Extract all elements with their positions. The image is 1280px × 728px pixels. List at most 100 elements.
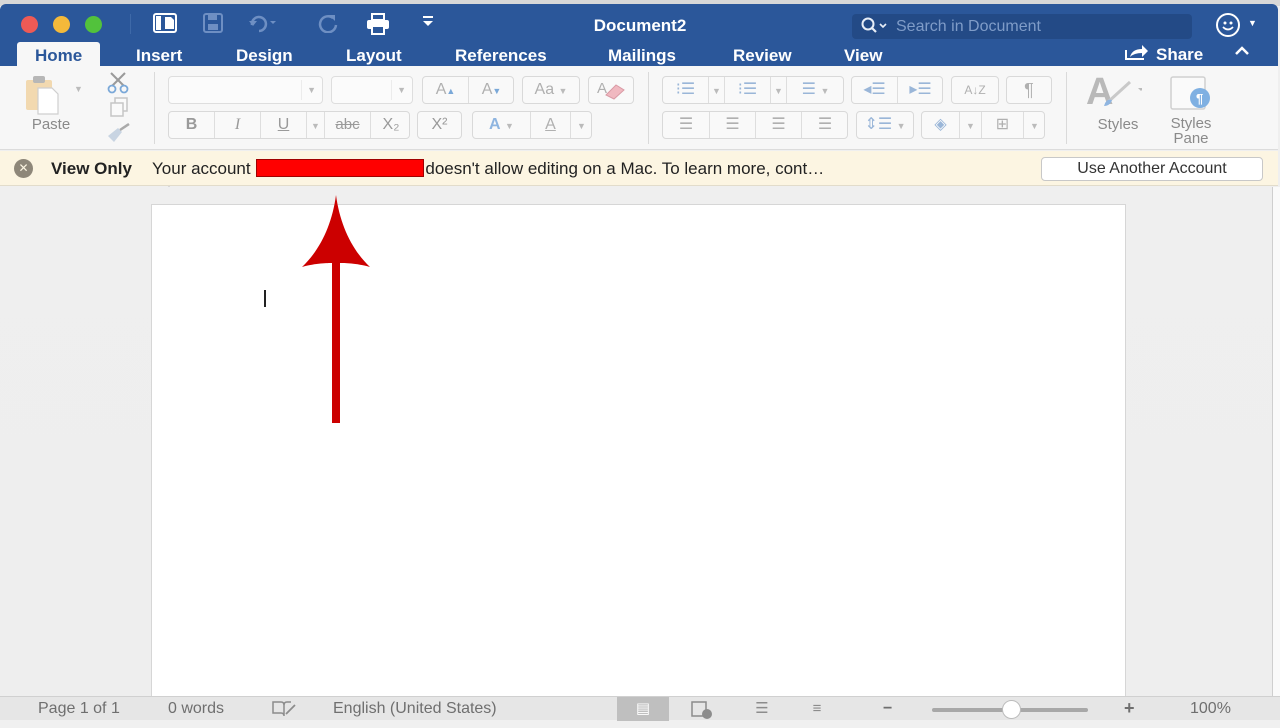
close-window-button[interactable] bbox=[21, 16, 38, 33]
zoom-level[interactable]: 100% bbox=[1190, 700, 1231, 718]
chevron-down-icon: ▼ bbox=[820, 86, 830, 96]
styles-pane-label-line2: Pane bbox=[1173, 130, 1209, 147]
share-button[interactable]: Share bbox=[1124, 44, 1203, 65]
text-effects-button[interactable]: A ▼ bbox=[473, 112, 531, 138]
font-color-icon: A bbox=[545, 116, 556, 133]
collapse-ribbon-icon[interactable] bbox=[1234, 44, 1250, 60]
redo-icon[interactable] bbox=[316, 13, 340, 35]
multilevel-list-button[interactable]: ☰ ▼ bbox=[787, 77, 844, 103]
pilcrow-icon: ¶ bbox=[1024, 80, 1034, 100]
ribbon-separator bbox=[648, 72, 649, 144]
zoom-slider-thumb[interactable] bbox=[1002, 700, 1021, 719]
annotation-arrow-icon bbox=[302, 195, 370, 423]
print-icon[interactable] bbox=[364, 13, 392, 35]
borders-caret[interactable]: ▼ bbox=[1024, 112, 1045, 138]
numbering-button[interactable]: ⁝☰ bbox=[725, 77, 771, 103]
indent-group: ◂☰ ▸☰ bbox=[851, 76, 943, 104]
change-case-button[interactable]: Aa ▼ bbox=[522, 76, 580, 104]
numbering-caret[interactable]: ▼ bbox=[771, 77, 787, 103]
strikethrough-button[interactable]: abc bbox=[325, 112, 371, 138]
paste-options-caret-icon[interactable]: ▼ bbox=[74, 84, 83, 94]
chevron-down-icon: ▼ bbox=[896, 121, 906, 131]
share-label: Share bbox=[1156, 45, 1204, 64]
ribbon-separator bbox=[1066, 72, 1067, 144]
svg-text:¶: ¶ bbox=[1196, 91, 1203, 106]
styles-icon[interactable]: A bbox=[1086, 71, 1144, 117]
chevron-down-icon: ▼ bbox=[577, 121, 586, 131]
superscript-button[interactable]: X² bbox=[417, 111, 462, 139]
decrease-indent-button[interactable]: ◂☰ bbox=[852, 77, 898, 103]
cut-icon[interactable] bbox=[106, 70, 130, 99]
ribbon-separator bbox=[154, 72, 155, 144]
minimize-window-button[interactable] bbox=[53, 16, 70, 33]
undo-icon[interactable] bbox=[248, 13, 276, 35]
bold-button[interactable]: B bbox=[169, 112, 215, 138]
clear-formatting-button[interactable]: A bbox=[588, 76, 634, 104]
svg-text:A: A bbox=[1086, 72, 1113, 112]
title-bar: Document2 ▼ Home Insert Design Layout Re… bbox=[0, 4, 1278, 70]
zoom-in-button[interactable]: + bbox=[1124, 698, 1135, 719]
sidebar-toggle-icon[interactable] bbox=[152, 13, 178, 35]
use-another-account-button[interactable]: Use Another Account bbox=[1041, 157, 1263, 181]
paste-label[interactable]: Paste bbox=[20, 116, 82, 133]
justify-button[interactable]: ☰ bbox=[802, 112, 848, 138]
change-case-icon: Aa bbox=[534, 81, 555, 98]
font-size-dropdown[interactable]: ▼ bbox=[331, 76, 413, 104]
save-icon[interactable] bbox=[200, 13, 226, 35]
line-spacing-button[interactable]: ⇕☰ ▼ bbox=[856, 111, 914, 139]
chevron-down-icon: ▼ bbox=[774, 86, 783, 96]
format-painter-icon[interactable] bbox=[104, 122, 132, 149]
print-layout-view-button[interactable]: ▤ bbox=[617, 697, 669, 721]
search-icon[interactable] bbox=[860, 16, 890, 40]
increase-indent-button[interactable]: ▸☰ bbox=[898, 77, 943, 103]
chevron-down-icon: ▼ bbox=[505, 121, 514, 131]
shading-button[interactable]: ◈ bbox=[922, 112, 960, 138]
bullets-caret[interactable]: ▼ bbox=[709, 77, 725, 103]
grow-font-button[interactable]: A▲ bbox=[423, 77, 469, 103]
search-input[interactable] bbox=[896, 16, 1186, 37]
styles-pane-label[interactable]: Styles Pane bbox=[1160, 116, 1222, 146]
underline-options-caret[interactable]: ▼ bbox=[307, 112, 325, 138]
draft-view-button[interactable]: ≡ bbox=[791, 697, 843, 721]
feedback-smiley-icon[interactable] bbox=[1216, 13, 1240, 37]
text-effects-icon: A bbox=[489, 116, 501, 133]
font-color-caret[interactable]: ▼ bbox=[571, 112, 592, 138]
font-color-button[interactable]: A bbox=[531, 112, 571, 138]
dropdown-divider bbox=[301, 80, 302, 100]
align-right-button[interactable]: ☰ bbox=[756, 112, 802, 138]
list-group: ⁝☰ ▼ ⁝☰ ▼ ☰ ▼ bbox=[662, 76, 844, 104]
outline-view-button[interactable]: ☰ bbox=[736, 697, 788, 721]
search-box[interactable] bbox=[852, 14, 1192, 39]
styles-label[interactable]: Styles bbox=[1088, 116, 1148, 133]
eraser-icon: A bbox=[597, 80, 625, 100]
sort-button[interactable]: A↓Z bbox=[951, 76, 999, 104]
copy-icon[interactable] bbox=[108, 96, 130, 123]
align-left-button[interactable]: ☰ bbox=[663, 112, 710, 138]
subscript-button[interactable]: X₂ bbox=[371, 112, 411, 138]
chevron-down-icon: ▼ bbox=[712, 86, 721, 96]
font-name-dropdown[interactable]: ▼ bbox=[168, 76, 323, 104]
feedback-dropdown-icon[interactable]: ▼ bbox=[1248, 18, 1257, 28]
zoom-out-button[interactable]: − bbox=[883, 700, 892, 718]
dismiss-infobar-icon[interactable]: ✕ bbox=[14, 159, 33, 178]
shading-caret[interactable]: ▼ bbox=[960, 112, 982, 138]
borders-button[interactable]: ⊞ bbox=[982, 112, 1024, 138]
show-formatting-button[interactable]: ¶ bbox=[1006, 76, 1052, 104]
document-page[interactable] bbox=[151, 204, 1126, 704]
document-title: Document2 bbox=[593, 16, 687, 35]
infobar-message-prefix: Your account bbox=[152, 159, 251, 178]
zoom-window-button[interactable] bbox=[85, 16, 102, 33]
underline-button[interactable]: U bbox=[261, 112, 307, 138]
paste-icon[interactable] bbox=[24, 74, 62, 115]
align-center-button[interactable]: ☰ bbox=[710, 112, 756, 138]
shrink-font-button[interactable]: A▼ bbox=[469, 77, 514, 103]
bullets-button[interactable]: ⁝☰ bbox=[663, 77, 709, 103]
word-window: Document2 ▼ Home Insert Design Layout Re… bbox=[0, 0, 1280, 721]
word-count[interactable]: 0 words bbox=[168, 700, 224, 718]
language-indicator[interactable]: English (United States) bbox=[333, 700, 497, 718]
italic-button[interactable]: I bbox=[215, 112, 261, 138]
customize-toolbar-icon[interactable] bbox=[418, 13, 438, 35]
text-cursor bbox=[264, 290, 266, 307]
web-layout-view-button[interactable] bbox=[676, 697, 728, 721]
page-count[interactable]: Page 1 of 1 bbox=[38, 700, 120, 718]
